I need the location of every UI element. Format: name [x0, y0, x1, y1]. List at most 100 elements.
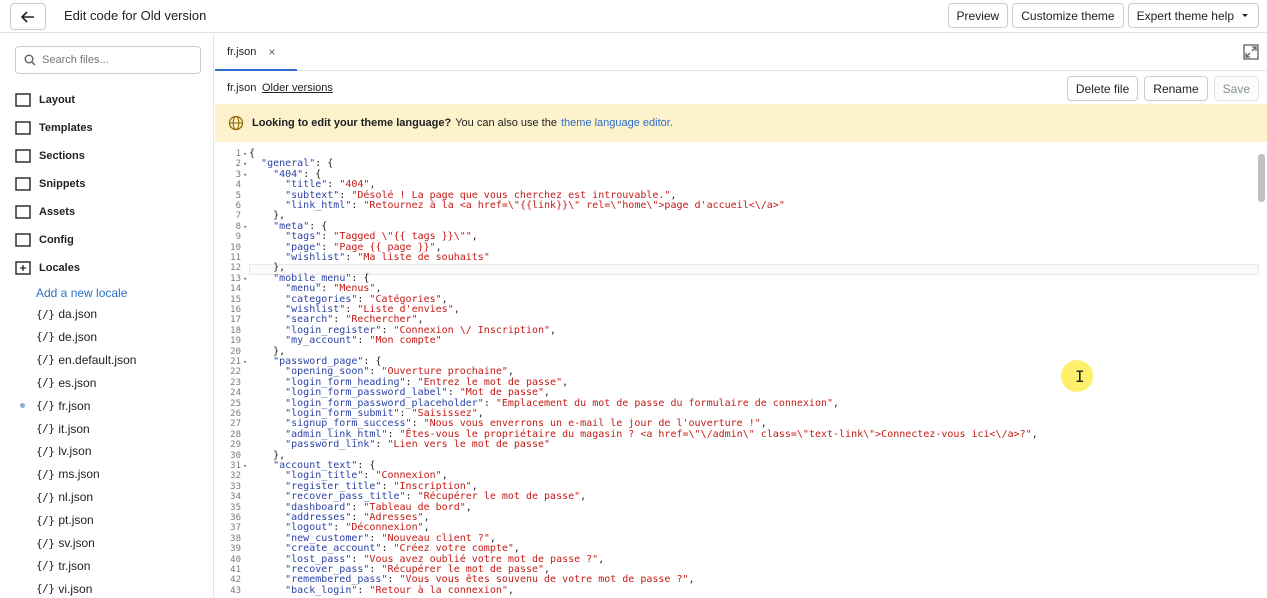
folder-config[interactable]: Config — [15, 230, 74, 250]
file-name: da.json — [58, 307, 98, 321]
file-name: tr.json — [58, 558, 91, 573]
theme-language-editor-link[interactable]: theme language editor. — [561, 117, 673, 129]
fold-toggle-icon[interactable]: ▾ — [243, 358, 247, 366]
tab-fr-json[interactable]: fr.json × — [215, 34, 297, 71]
file-item-da-json[interactable]: {/} da.json — [36, 305, 97, 323]
file-item-tr-json[interactable]: {/} tr.json — [36, 557, 90, 575]
back-button[interactable] — [10, 3, 46, 30]
search-icon — [24, 54, 36, 66]
line-number: 5 — [235, 190, 241, 201]
search-box[interactable] — [15, 46, 201, 74]
older-versions-link[interactable]: Older versions — [262, 82, 333, 94]
folder-snippets[interactable]: Snippets — [15, 174, 85, 194]
line-number: 12 — [230, 263, 241, 274]
vertical-scrollbar[interactable] — [1258, 154, 1265, 202]
file-item-en-default-json[interactable]: {/} en.default.json — [36, 351, 136, 369]
file-item-it-json[interactable]: {/} it.json — [36, 420, 90, 438]
folder-layout[interactable]: Layout — [15, 90, 75, 110]
folder-icon — [15, 205, 31, 219]
code-line: "back_login": "Retour à la connexion", — [285, 584, 514, 596]
fold-toggle-icon[interactable]: ▾ — [243, 150, 247, 158]
file-item-sv-json[interactable]: {/} sv.json — [36, 534, 95, 552]
folder-locales[interactable]: Locales — [15, 258, 80, 278]
code-line: "link_html": "Retournez à la <a href=\"{… — [285, 200, 785, 211]
folder-templates[interactable]: Templates — [15, 118, 93, 138]
file-item-de-json[interactable]: {/} de.json — [36, 328, 97, 346]
search-input[interactable] — [42, 54, 192, 66]
text-cursor-icon: I — [1075, 367, 1085, 386]
line-number: 24 — [230, 388, 241, 399]
line-number: 7 — [235, 211, 241, 222]
folder-icon — [15, 93, 31, 107]
file-item-es-json[interactable]: {/} es.json — [36, 374, 96, 392]
save-button[interactable]: Save — [1213, 76, 1259, 101]
line-number: 38 — [230, 533, 241, 544]
line-number: 27 — [230, 419, 241, 430]
file-item-ms-json[interactable]: {/} ms.json — [36, 465, 100, 483]
line-number: 4 — [235, 180, 241, 191]
add-locale-link[interactable]: Add a new locale — [36, 286, 127, 300]
line-number: 23 — [230, 377, 241, 388]
file-name: pt.json — [58, 513, 94, 528]
code-file-icon: {/} — [36, 399, 55, 413]
fold-toggle-icon[interactable]: ▾ — [243, 223, 247, 231]
file-name: lv.json — [58, 444, 92, 459]
code-file-icon: {/} — [36, 422, 55, 435]
code-file-icon: {/} — [36, 490, 55, 504]
fold-toggle-icon[interactable]: ▾ — [243, 160, 247, 168]
file-item-pt-json[interactable]: {/} pt.json — [36, 511, 94, 529]
file-item-vi-json[interactable]: {/} vi.json — [36, 580, 92, 598]
file-name: es.json — [58, 375, 97, 390]
fold-toggle-icon[interactable]: ▾ — [243, 171, 247, 179]
line-number: 9 — [235, 232, 241, 243]
line-number: 41 — [230, 565, 241, 575]
line-number: 14 — [230, 284, 241, 295]
fold-toggle-icon[interactable]: ▾ — [243, 275, 247, 283]
customize-theme-button[interactable]: Customize theme — [1012, 3, 1124, 28]
file-item-fr-json[interactable]: {/} fr.json — [36, 397, 90, 415]
banner-text: You can also use the — [455, 117, 557, 129]
folder-icon — [15, 177, 31, 191]
folder-icon — [15, 121, 31, 135]
file-item-lv-json[interactable]: {/} lv.json — [36, 442, 92, 460]
file-sidebar: Layout Templates Sections Snippets Assets Con… — [0, 34, 214, 598]
folder-open-icon — [15, 261, 31, 275]
file-item-nl-json[interactable]: {/} nl.json — [36, 488, 93, 506]
expert-theme-help-button[interactable]: Expert theme help — [1127, 3, 1259, 28]
code-file-icon: {/} — [36, 513, 55, 527]
file-name: vi.json — [58, 581, 93, 596]
rename-button[interactable]: Rename — [1144, 76, 1208, 101]
folder-label: Templates — [39, 122, 93, 134]
line-number: 11 — [230, 253, 241, 263]
line-number: 30 — [230, 450, 241, 461]
close-icon[interactable]: × — [268, 45, 275, 59]
current-filename: fr.json — [227, 82, 257, 94]
code-editor[interactable]: 1 ▾ 2 ▾ 3 ▾ 4 5 6 7 8 ▾ 9 10 11 12 13 ▾ 14 15 16 17 18 19 20 21 ▾ 2… — [215, 146, 1267, 598]
code-line: "password_link": "Lien vers le mot de pa… — [285, 439, 551, 451]
folder-sections[interactable]: Sections — [15, 146, 85, 166]
top-bar: Edit code for Old version Preview Custom… — [0, 0, 1267, 33]
folder-label: Config — [39, 234, 74, 246]
fold-toggle-icon[interactable]: ▾ — [243, 462, 247, 470]
code-file-icon: {/} — [36, 353, 55, 367]
line-number: 43 — [230, 585, 241, 596]
line-number: 42 — [230, 575, 241, 586]
preview-button[interactable]: Preview — [947, 3, 1009, 28]
line-number: 22 — [230, 367, 241, 378]
line-number: 25 — [230, 398, 241, 409]
line-number: 31 — [230, 461, 241, 471]
folder-assets[interactable]: Assets — [15, 202, 75, 222]
banner-heading: Looking to edit your theme language? — [252, 117, 452, 129]
file-name: de.json — [58, 329, 98, 344]
fullscreen-icon[interactable] — [1243, 44, 1259, 60]
arrow-left-icon — [21, 10, 34, 23]
delete-file-button[interactable]: Delete file — [1066, 76, 1139, 101]
folder-icon — [15, 149, 31, 163]
code-file-icon: {/} — [36, 376, 55, 390]
active-line-highlight — [249, 264, 1259, 275]
line-number: 28 — [230, 429, 241, 440]
line-number: 21 — [230, 357, 241, 367]
code-file-icon: {/} — [36, 559, 55, 573]
expert-theme-help-label: Expert theme help — [1136, 8, 1234, 23]
code-file-icon: {/} — [36, 467, 55, 481]
